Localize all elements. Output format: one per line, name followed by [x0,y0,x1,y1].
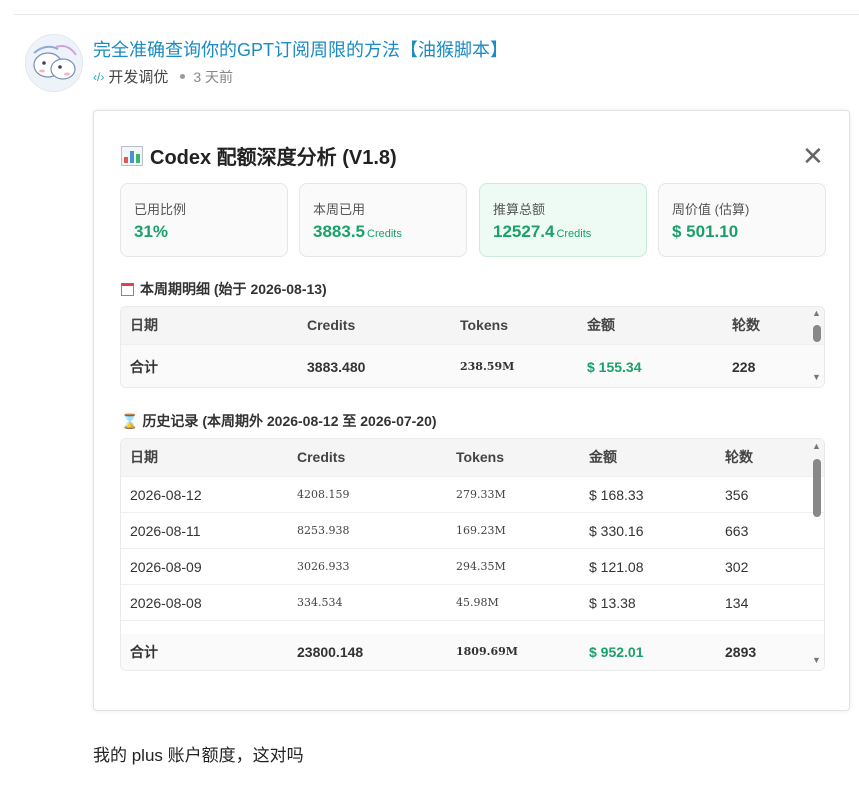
card-value: 3883.5 Credits [313,222,402,241]
card-label: 周价值 (估算) [672,202,750,217]
table-header: 日期 Credits Tokens 金额 轮数 [121,439,824,477]
panel-title: Codex 配额深度分析 (V1.8) [121,141,397,170]
scroll-down-icon[interactable]: ▼ [812,655,821,665]
separator-dot [180,74,186,79]
card-label: 本周已用 [313,202,366,217]
code-icon: ‹/› [93,69,105,84]
table-row: 2026-08-12 4208.159 279.33M $ 168.33 356 [121,477,824,513]
card-week-used: 本周已用 3883.5 Credits [299,183,467,257]
table-row: 2026-08-11 8253.938 169.23M $ 330.16 663 [121,513,824,549]
post-title-link[interactable]: 完全准确查询你的GPT订阅周限的方法【油猴脚本】 [93,36,508,62]
bar-chart-icon [121,145,143,166]
scroll-thumb[interactable] [813,459,821,517]
panel-title-text: Codex 配额深度分析 (V1.8) [150,147,397,169]
close-icon[interactable]: ✕ [802,141,824,172]
hourglass-icon: ⌛ [121,412,139,429]
card-label: 已用比例 [134,202,187,217]
avatar[interactable] [25,34,83,92]
scroll-up-icon[interactable]: ▲ [812,441,821,451]
table-header: 日期 Credits Tokens 金额 轮数 [121,307,824,345]
total-row: 合计 23800.148 1809.69M $ 952.01 2893 [121,634,824,670]
card-used-ratio: 已用比例 31% [120,183,288,257]
table-row: 2026-08-08 334.534 45.98M $ 13.38 134 [121,585,824,621]
scroll-thumb[interactable] [813,325,821,342]
history-table: 日期 Credits Tokens 金额 轮数 2026-08-12 4208.… [120,438,825,671]
week-scrollbar[interactable]: ▲ ▼ [810,308,824,386]
screenshot-image[interactable]: Codex 配额深度分析 (V1.8) ✕ 已用比例 31% 本周已用 3883… [93,110,850,711]
history-section-title: ⌛ 历史记录 (本周期外 2026-08-12 至 2026-07-20) [121,412,437,430]
table-row: 2026-08-09 3026.933 294.35M $ 121.08 302 [121,549,824,585]
card-week-value: 周价值 (估算) $ 501.10 [658,183,826,257]
divider [14,14,859,15]
week-table: 日期 Credits Tokens 金额 轮数 合计 3883.480 238.… [120,306,825,388]
post-body-text: 我的 plus 账户额度，这对吗 [93,746,304,765]
card-value: $ 501.10 [672,222,739,241]
card-value: 31% [134,222,169,241]
scroll-up-icon[interactable]: ▲ [812,308,821,318]
total-row: 合计 3883.480 238.59M $ 155.34 228 [121,345,824,387]
card-value: 12527.4 Credits [493,222,592,241]
card-label: 推算总额 [493,202,546,217]
week-section-title: 本周期明细 (始于 2026-08-13) [121,279,327,299]
post-time[interactable]: 3 天前 [193,67,233,87]
table-row-partial [121,621,824,634]
post-meta: ‹/› 开发调优 3 天前 [93,66,233,87]
scroll-down-icon[interactable]: ▼ [812,372,821,382]
history-scrollbar[interactable]: ▲ ▼ [810,441,824,669]
card-estimated-total: 推算总额 12527.4 Credits [479,183,647,257]
calendar-icon [121,282,134,296]
category-link[interactable]: 开发调优 [108,66,168,87]
